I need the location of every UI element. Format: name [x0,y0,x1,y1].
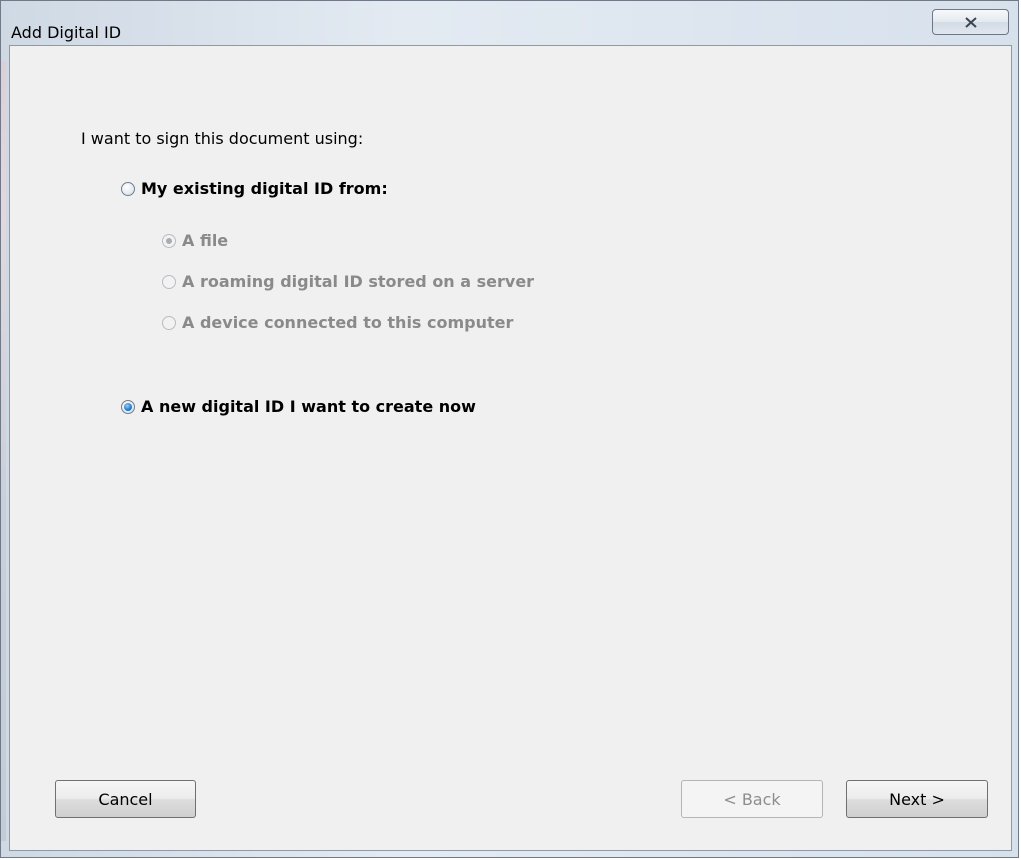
option-existing-label: My existing digital ID from: [141,179,388,198]
window-edge-accent [1,61,6,841]
prompt-text: I want to sign this document using: [81,129,364,148]
option-device: A device connected to this computer [162,313,513,333]
add-digital-id-dialog: Add Digital ID I want to sign this docum… [0,0,1019,858]
option-roaming-id: A roaming digital ID stored on a server [162,272,534,292]
option-a-file: A file [162,231,228,251]
radio-device [162,316,176,330]
option-roaming-id-label: A roaming digital ID stored on a server [182,272,535,291]
radio-new-digital-id[interactable] [121,400,135,414]
close-button[interactable] [932,9,1009,35]
close-icon [964,16,977,28]
option-new-digital-id[interactable]: A new digital ID I want to create now [121,397,476,417]
cancel-button[interactable]: Cancel [55,780,196,818]
option-new-id-label: A new digital ID I want to create now [141,397,476,416]
dialog-body: I want to sign this document using: My e… [9,45,1012,851]
title-bar[interactable]: Add Digital ID [1,1,1018,45]
radio-roaming-id [162,275,176,289]
radio-a-file [162,234,176,248]
back-button: < Back [681,780,823,818]
next-button[interactable]: Next > [846,780,988,818]
window-title: Add Digital ID [11,23,122,42]
option-device-label: A device connected to this computer [182,313,514,332]
option-existing-digital-id[interactable]: My existing digital ID from: [121,179,388,199]
option-a-file-label: A file [182,231,229,250]
radio-existing-digital-id[interactable] [121,182,135,196]
